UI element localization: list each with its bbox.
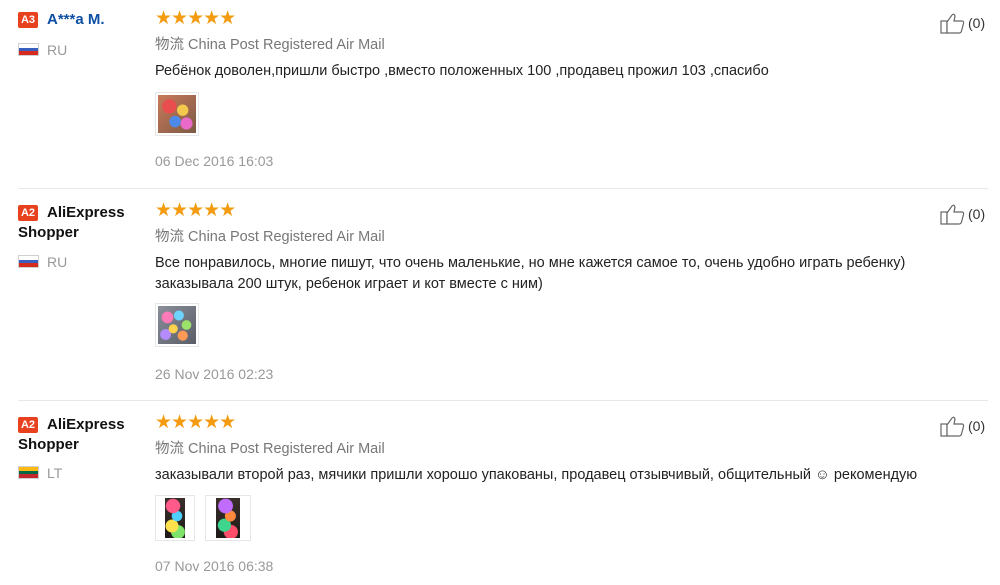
review-text: Все понравилось, многие пишут, что очень… [155,255,906,292]
helpful-count: (0) [968,15,986,31]
buyer-name: AliExpress Shopper [18,416,125,453]
buyer-level-badge: A3 [18,12,38,28]
review-photo-thumbnail[interactable] [155,92,199,136]
helpful-button[interactable]: (0) [940,415,985,437]
thumbs-up-icon [940,416,965,437]
star-rating: ★★★★★ [155,8,236,29]
review-photo-thumbnail[interactable] [155,495,195,541]
buyer-country: LT [47,465,63,481]
logistics-label: 物流 [155,37,184,53]
logistics-label: 物流 [155,229,184,245]
review-item: A3 A***a M. RU ★★★★★ 物流 China Post Regis… [0,0,990,188]
logistics-info: 物流 China Post Registered Air Mail [155,228,385,246]
logistics-value: China Post Registered Air Mail [188,441,385,457]
review-text: Ребёнок доволен,пришли быстро ,вместо по… [155,63,769,79]
review-date: 26 Nov 2016 02:23 [155,366,274,382]
star-rating: ★★★★★ [155,412,236,433]
review-photo-thumbnail[interactable] [155,303,199,347]
thumbs-up-icon [940,204,965,225]
logistics-info: 物流 China Post Registered Air Mail [155,440,385,458]
thumbs-up-icon [940,13,965,34]
logistics-value: China Post Registered Air Mail [188,229,385,245]
helpful-count: (0) [968,418,986,434]
logistics-info: 物流 China Post Registered Air Mail [155,36,385,54]
helpful-button[interactable]: (0) [940,12,985,34]
buyer-country: RU [47,254,68,270]
country-flag-icon [18,255,39,268]
country-flag-icon [18,43,39,56]
buyer-name[interactable]: A***a M. [47,10,105,30]
logistics-label: 物流 [155,441,184,457]
logistics-value: China Post Registered Air Mail [188,37,385,53]
review-date: 06 Dec 2016 16:03 [155,153,274,169]
review-item: A2 AliExpress Shopper RU ★★★★★ 物流 China … [0,189,990,400]
helpful-button[interactable]: (0) [940,203,985,225]
review-photo-thumbnail[interactable] [205,495,251,541]
review-date: 07 Nov 2016 06:38 [155,558,274,574]
buyer-country: RU [47,42,68,58]
buyer-name: AliExpress Shopper [18,204,125,241]
review-item: A2 AliExpress Shopper LT ★★★★★ 物流 China … [0,401,990,585]
helpful-count: (0) [968,206,986,222]
review-text: заказывали второй раз, мячики пришли хор… [155,467,918,483]
star-rating: ★★★★★ [155,200,236,221]
country-flag-icon [18,466,39,479]
